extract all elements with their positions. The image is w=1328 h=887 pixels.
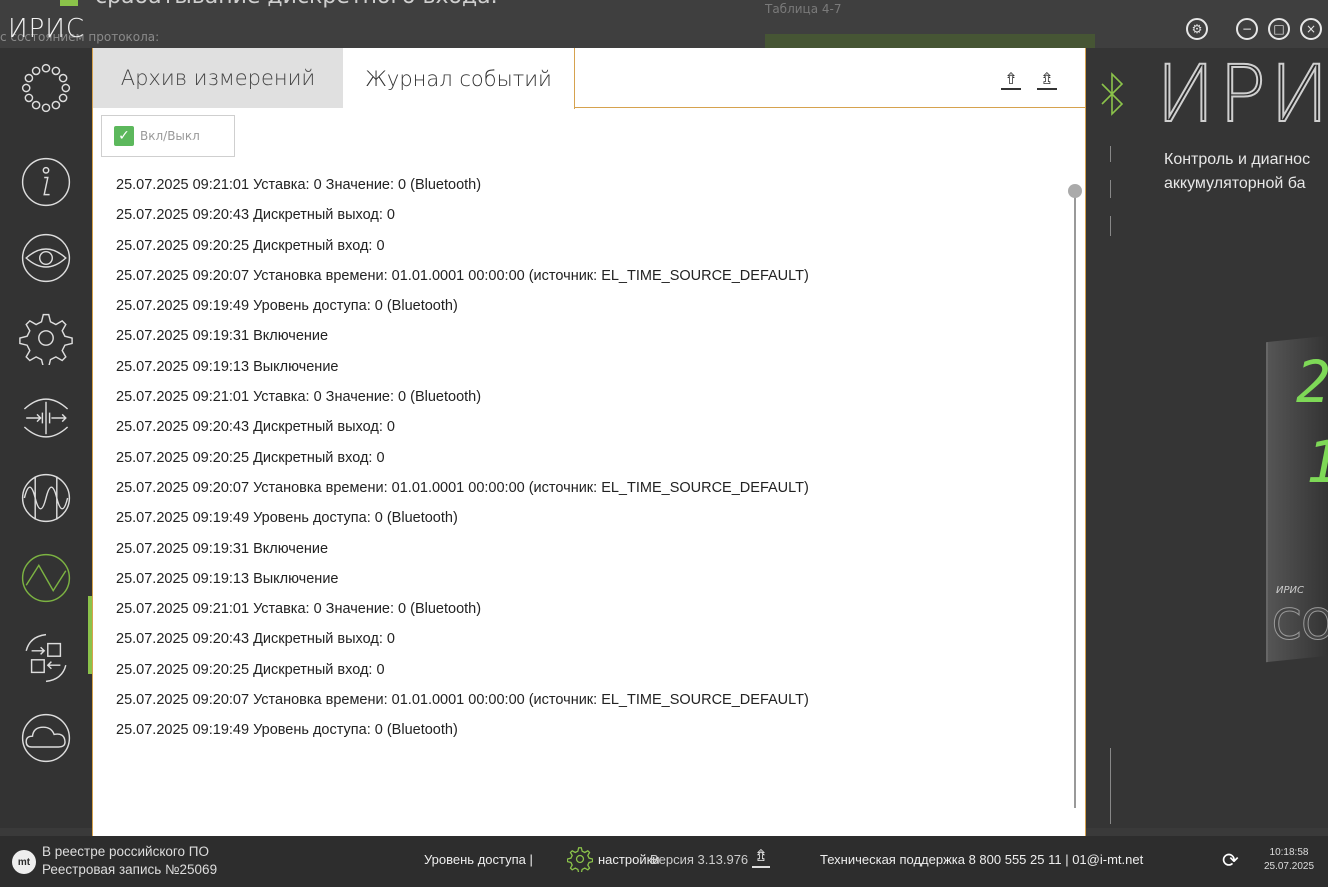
access-level-label: Уровень доступа | <box>424 852 533 867</box>
event-row: 25.07.2025 09:20:43 Дискретный выход: 0 <box>116 419 395 436</box>
event-row: 25.07.2025 09:20:43 Дискретный выход: 0 <box>116 207 395 224</box>
app-title: ИРИС <box>8 14 86 44</box>
maximize-icon[interactable]: □ <box>1268 18 1290 40</box>
upload-icon[interactable]: ⇮ <box>1001 68 1021 90</box>
left-navigation <box>0 48 92 828</box>
download-icon[interactable]: ⇯ <box>1037 68 1057 90</box>
event-row: 25.07.2025 09:20:07 Установка времени: 0… <box>116 267 809 284</box>
background-document: срабатывание дискретного входа. с состоя… <box>0 0 1328 48</box>
tab-measurement-archive[interactable]: Архив измерений <box>93 48 343 108</box>
eye-icon[interactable] <box>18 230 74 286</box>
scrollbar-thumb[interactable] <box>1068 184 1082 198</box>
info-icon[interactable] <box>18 154 74 210</box>
event-row: 25.07.2025 09:21:01 Уставка: 0 Значение:… <box>116 601 482 618</box>
toggle-label: Вкл/Выкл <box>140 129 200 143</box>
version-label: Версия 3.13.976 <box>650 852 749 867</box>
event-log-panel: Архив измерений Журнал событий ⇮ ⇯ ✓ Вкл… <box>92 48 1087 836</box>
access-settings-icon[interactable] <box>567 846 593 872</box>
device-display-digit: 2 <box>1296 348 1328 416</box>
right-info-panel: ИРИС Контроль и диагнос аккумуляторной б… <box>1086 48 1328 828</box>
io-icon[interactable] <box>18 390 74 446</box>
background-table-header <box>765 34 1095 48</box>
event-row: 25.07.2025 09:21:01 Уставка: 0 Значение:… <box>116 389 482 406</box>
status-bar: mt В реестре российского ПО Реестровая з… <box>0 836 1328 887</box>
transfer-icon[interactable] <box>18 630 74 686</box>
event-row: 25.07.2025 09:19:13 Выключение <box>116 358 339 375</box>
mt-logo-icon: mt <box>12 850 36 874</box>
support-info: Техническая поддержка 8 800 555 25 11 | … <box>820 852 1144 867</box>
settings-icon[interactable] <box>18 310 74 366</box>
event-row: 25.07.2025 09:20:25 Дискретный вход: 0 <box>116 661 385 678</box>
background-table-caption: Таблица 4-7 <box>765 2 842 16</box>
iris-logo: ИРИС <box>1155 49 1328 141</box>
update-download-icon[interactable]: ⇯ <box>752 846 770 868</box>
event-row: 25.07.2025 09:19:49 Уровень доступа: 0 (… <box>116 298 458 315</box>
event-row: 25.07.2025 09:21:01 Уставка: 0 Значение:… <box>116 177 482 193</box>
oscilloscope-icon[interactable] <box>18 550 74 606</box>
divider-line <box>1110 216 1111 236</box>
device-logo: ИРИС <box>1276 585 1304 596</box>
device-display-digit: 1 <box>1306 428 1328 496</box>
product-description: Контроль и диагнос аккумуляторной ба <box>1164 151 1311 192</box>
minimize-icon[interactable]: − <box>1236 18 1258 40</box>
tab-actions: ⇮ ⇯ <box>1001 68 1057 90</box>
close-icon[interactable]: × <box>1300 18 1322 40</box>
event-row: 25.07.2025 09:20:43 Дискретный выход: 0 <box>116 631 395 648</box>
event-row: 25.07.2025 09:19:49 Уровень доступа: 0 (… <box>116 510 458 527</box>
event-row: 25.07.2025 09:19:31 Включение <box>116 540 329 557</box>
divider-line <box>1110 748 1111 824</box>
event-row: 25.07.2025 09:20:25 Дискретный вход: 0 <box>116 237 385 254</box>
clock: 10:18:58 25.07.2025 <box>1263 847 1315 872</box>
cloud-icon[interactable] <box>18 710 74 766</box>
tab-bar: Архив измерений Журнал событий ⇮ ⇯ <box>93 48 1087 109</box>
enable-toggle[interactable]: ✓ Вкл/Выкл <box>101 115 235 157</box>
tab-event-journal[interactable]: Журнал событий <box>343 48 575 109</box>
divider-line <box>1110 180 1111 198</box>
divider-line <box>1110 146 1111 162</box>
bullet-marker <box>60 0 78 6</box>
scrollbar-track[interactable] <box>1074 186 1076 808</box>
checkbox-checked-icon[interactable]: ✓ <box>114 126 134 146</box>
event-row: 25.07.2025 09:20:25 Дискретный вход: 0 <box>116 449 385 466</box>
event-row: 25.07.2025 09:19:13 Выключение <box>116 570 339 587</box>
event-list: 25.07.2025 09:21:01 Уставка: 0 Значение:… <box>116 170 1056 746</box>
bluetooth-icon <box>1101 72 1124 116</box>
event-row: 25.07.2025 09:20:07 Установка времени: 0… <box>116 479 809 496</box>
event-row: 25.07.2025 09:19:31 Включение <box>116 328 329 345</box>
device-label: СО <box>1271 600 1328 650</box>
signal-icon[interactable] <box>18 470 74 526</box>
background-text: срабатывание дискретного входа. <box>95 0 498 9</box>
modules-icon[interactable] <box>18 60 74 116</box>
registry-info: В реестре российского ПО Реестровая запи… <box>42 844 218 877</box>
window-controls: ⚙ − □ × <box>1186 18 1322 40</box>
settings-gear-icon[interactable]: ⚙ <box>1186 18 1208 40</box>
event-row: 25.07.2025 09:19:49 Уровень доступа: 0 (… <box>116 722 458 739</box>
event-row: 25.07.2025 09:20:07 Установка времени: 0… <box>116 692 809 709</box>
sync-icon[interactable]: ⟳ <box>1222 848 1239 873</box>
